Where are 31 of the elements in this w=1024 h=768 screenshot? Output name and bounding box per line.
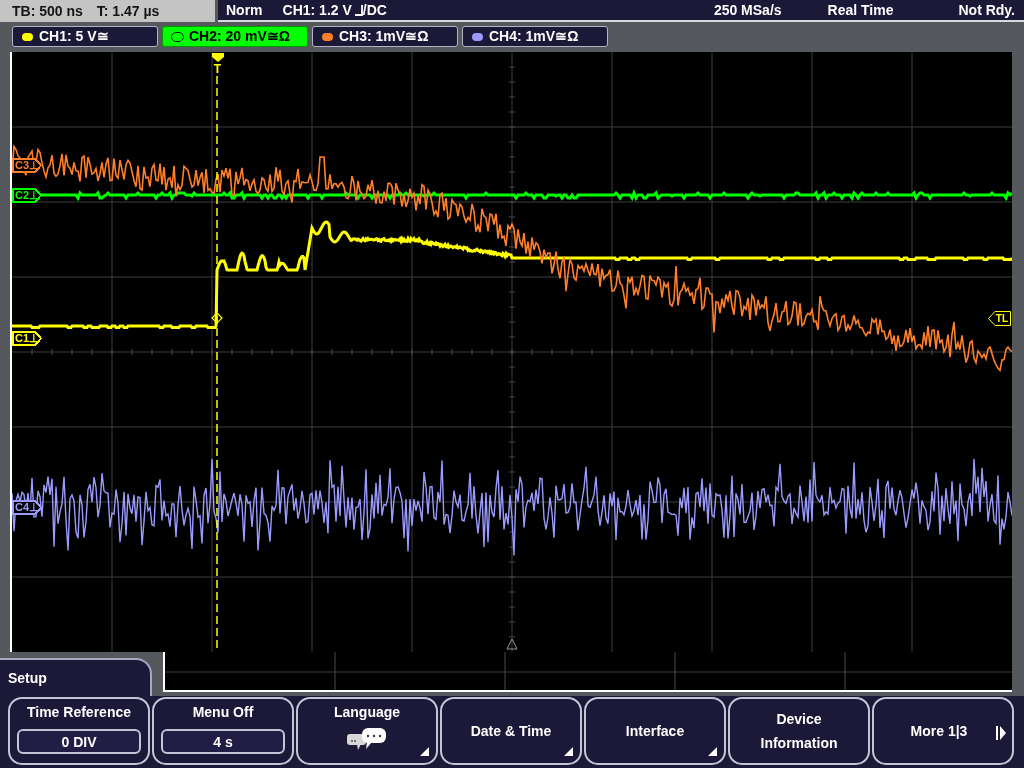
channel-tab[interactable]: CH2: 20 mV≅Ω <box>162 26 308 47</box>
channel-tab[interactable]: CH4: 1mV≅Ω <box>462 26 608 47</box>
acquisition-mode-text: Real Time <box>827 0 894 20</box>
next-arrow-icon <box>996 726 1006 740</box>
acquisition-state-text: Not Rdy. <box>958 0 1015 20</box>
menu-button[interactable]: Interface <box>584 697 726 765</box>
value-display: 0 DIV <box>17 729 141 754</box>
menu-button[interactable]: Menu Off 4 s <box>152 697 294 765</box>
menu-button[interactable]: Language <box>296 697 438 765</box>
channel-tab[interactable]: CH3: 1mV≅Ω <box>312 26 458 47</box>
trigger-level-marker: TL <box>988 311 1011 326</box>
trigger-source-text: CH1: 1.2 V <box>282 0 352 20</box>
speech-bubbles-icon <box>347 727 387 751</box>
trigger-point-icon <box>211 312 223 324</box>
value-display: 4 s <box>161 729 285 754</box>
menu-button[interactable]: Date & Time <box>440 697 582 765</box>
menu-button[interactable]: Device Information <box>728 697 870 765</box>
channel-marker: C2⊥ <box>12 188 42 203</box>
menu-button[interactable]: More 1|3 <box>872 697 1014 765</box>
channel-tab[interactable]: CH1: 5 V≅ <box>12 26 158 47</box>
channel-marker: C4⊥ <box>12 500 42 515</box>
trigger-time-text: T: 1.47 µs <box>96 1 160 21</box>
sample-rate-text: 250 MSa/s <box>713 0 782 20</box>
channel-marker: C3⊥ <box>12 158 42 173</box>
center-marker-icon <box>506 638 518 650</box>
trigger-mode-text: Norm <box>226 0 263 20</box>
trigger-coupling-text: /DC <box>362 0 387 20</box>
menu-button[interactable]: Time Reference 0 DIV <box>8 697 150 765</box>
channel-marker: C1⊥ <box>12 331 42 346</box>
rising-edge-icon <box>354 4 363 16</box>
timebase-text: TB: 500 ns <box>12 1 83 21</box>
